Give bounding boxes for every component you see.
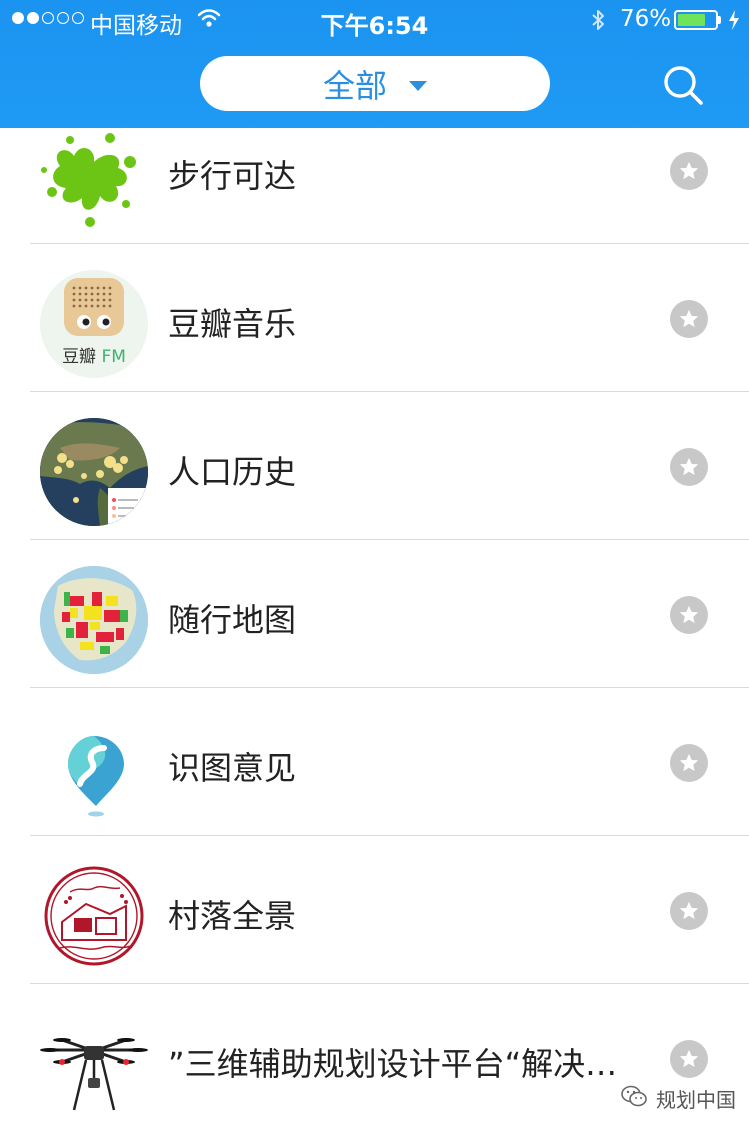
star-icon[interactable] [670, 744, 708, 782]
item-title: 人口历史 [168, 453, 297, 491]
item-title: 豆瓣音乐 [168, 305, 297, 343]
list-item[interactable]: 豆瓣 FM 豆瓣音乐 [0, 244, 749, 392]
drone-icon [40, 1010, 148, 1118]
douban-fm-icon: 豆瓣 FM [40, 270, 148, 378]
village-seal-icon [40, 862, 148, 970]
battery-percent: 76% [620, 6, 672, 32]
green-splash-icon [40, 122, 148, 230]
star-icon[interactable] [670, 300, 708, 338]
search-icon[interactable] [660, 62, 706, 108]
map-pin-s-icon [40, 714, 148, 822]
star-icon[interactable] [670, 1040, 708, 1078]
chevron-down-icon [409, 80, 427, 91]
item-title: 随行地图 [168, 601, 297, 639]
category-label: 全部 [322, 66, 387, 105]
fm-label: FM [101, 347, 126, 367]
wechat-icon [620, 1084, 648, 1113]
list-item[interactable]: 人口历史 [0, 392, 749, 540]
watermark-text: 规划中国 [656, 1088, 736, 1112]
star-icon[interactable] [670, 152, 708, 190]
category-dropdown[interactable]: 全部 [200, 56, 550, 111]
source-watermark: 规划中国 [620, 1084, 736, 1113]
list-item[interactable]: 识图意见 [0, 688, 749, 836]
item-title: 村落全景 [168, 897, 297, 935]
star-icon[interactable] [670, 448, 708, 486]
status-bar: 中国移动 下午6:54 76% [0, 0, 749, 40]
douban-label: 豆瓣 [62, 347, 97, 367]
list-item[interactable]: 村落全景 [0, 836, 749, 984]
top-bar: 中国移动 下午6:54 76% 全部 [0, 0, 749, 128]
item-title: ”三维辅助规划设计平台“解决… [168, 1045, 618, 1083]
star-icon[interactable] [670, 596, 708, 634]
landuse-map-icon [40, 566, 148, 674]
charging-icon [727, 9, 741, 37]
battery-nub [718, 16, 721, 24]
list-item[interactable]: 随行地图 [0, 540, 749, 688]
item-title: 识图意见 [168, 749, 297, 787]
battery-icon [674, 10, 718, 30]
star-icon[interactable] [670, 892, 708, 930]
item-title: 步行可达 [168, 157, 297, 195]
bluetooth-icon [590, 8, 606, 38]
app-list: 步行可达 豆瓣 FM 豆瓣音乐 人口历史 随行地图 识图意见 村落全景 ”三维辅… [0, 96, 749, 1130]
battery-level [678, 14, 705, 26]
satellite-map-icon [40, 418, 148, 526]
app-screen: 步行可达 豆瓣 FM 豆瓣音乐 人口历史 随行地图 识图意见 村落全景 ”三维辅… [0, 0, 749, 1130]
